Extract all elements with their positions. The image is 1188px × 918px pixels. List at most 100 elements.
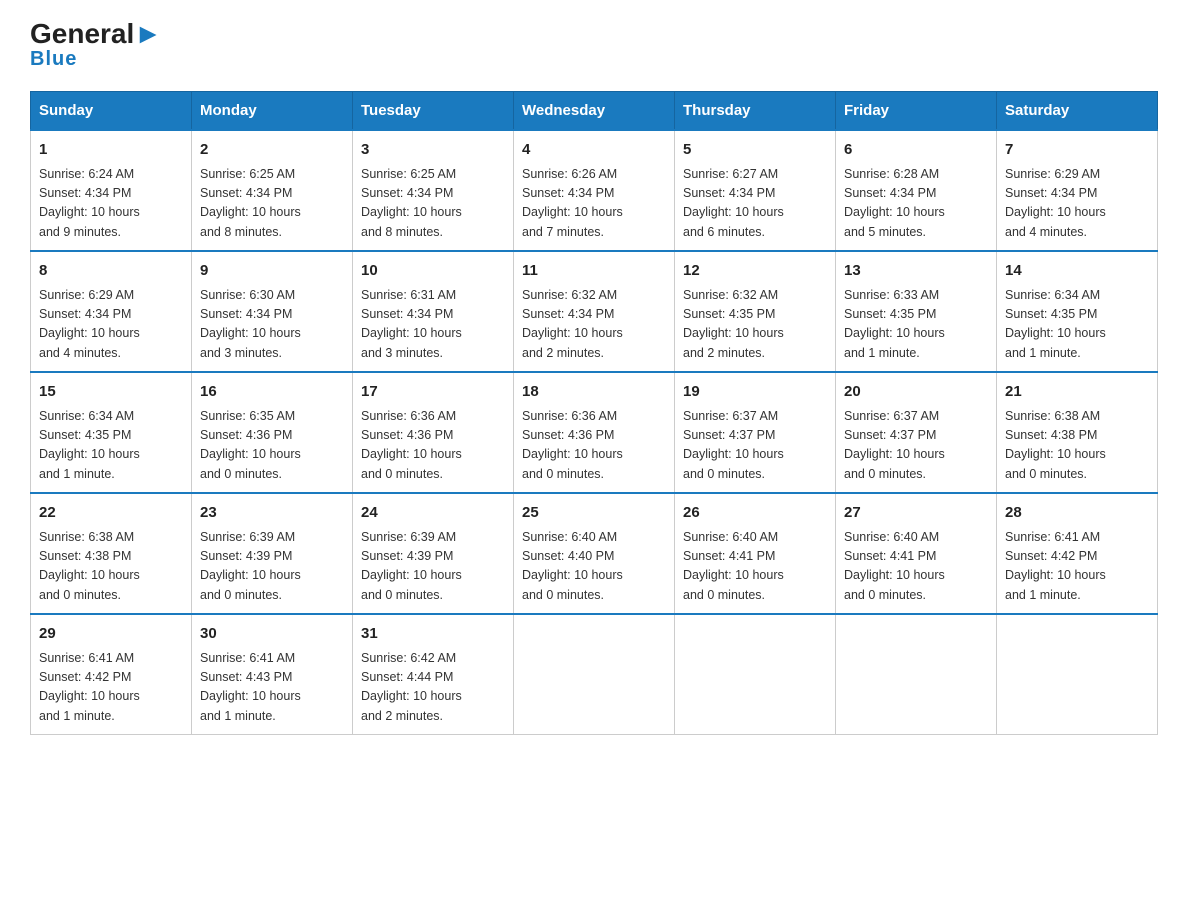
calendar-header-row: SundayMondayTuesdayWednesdayThursdayFrid… xyxy=(31,92,1158,131)
calendar-cell: 23 Sunrise: 6:39 AMSunset: 4:39 PMDayligh… xyxy=(192,493,353,614)
calendar-cell xyxy=(514,614,675,735)
day-info: Sunrise: 6:30 AMSunset: 4:34 PMDaylight:… xyxy=(200,286,344,364)
day-number: 1 xyxy=(39,139,183,162)
calendar-cell: 1 Sunrise: 6:24 AMSunset: 4:34 PMDaylight… xyxy=(31,130,192,251)
col-header-thursday: Thursday xyxy=(675,92,836,131)
day-info: Sunrise: 6:39 AMSunset: 4:39 PMDaylight:… xyxy=(200,528,344,606)
day-info: Sunrise: 6:24 AMSunset: 4:34 PMDaylight:… xyxy=(39,165,183,243)
calendar-cell: 27 Sunrise: 6:40 AMSunset: 4:41 PMDayligh… xyxy=(836,493,997,614)
calendar-cell: 30 Sunrise: 6:41 AMSunset: 4:43 PMDayligh… xyxy=(192,614,353,735)
day-info: Sunrise: 6:38 AMSunset: 4:38 PMDaylight:… xyxy=(1005,407,1149,485)
day-number: 15 xyxy=(39,381,183,404)
day-number: 12 xyxy=(683,260,827,283)
day-info: Sunrise: 6:37 AMSunset: 4:37 PMDaylight:… xyxy=(683,407,827,485)
calendar-cell: 3 Sunrise: 6:25 AMSunset: 4:34 PMDaylight… xyxy=(353,130,514,251)
day-info: Sunrise: 6:37 AMSunset: 4:37 PMDaylight:… xyxy=(844,407,988,485)
week-row-5: 29 Sunrise: 6:41 AMSunset: 4:42 PMDayligh… xyxy=(31,614,1158,735)
day-number: 31 xyxy=(361,623,505,646)
day-number: 20 xyxy=(844,381,988,404)
calendar-cell: 29 Sunrise: 6:41 AMSunset: 4:42 PMDayligh… xyxy=(31,614,192,735)
day-number: 11 xyxy=(522,260,666,283)
day-number: 30 xyxy=(200,623,344,646)
day-info: Sunrise: 6:41 AMSunset: 4:42 PMDaylight:… xyxy=(39,649,183,727)
calendar-table: SundayMondayTuesdayWednesdayThursdayFrid… xyxy=(30,91,1158,735)
day-info: Sunrise: 6:31 AMSunset: 4:34 PMDaylight:… xyxy=(361,286,505,364)
calendar-cell: 19 Sunrise: 6:37 AMSunset: 4:37 PMDayligh… xyxy=(675,372,836,493)
day-info: Sunrise: 6:32 AMSunset: 4:35 PMDaylight:… xyxy=(683,286,827,364)
day-info: Sunrise: 6:25 AMSunset: 4:34 PMDaylight:… xyxy=(361,165,505,243)
col-header-wednesday: Wednesday xyxy=(514,92,675,131)
day-number: 14 xyxy=(1005,260,1149,283)
day-info: Sunrise: 6:41 AMSunset: 4:43 PMDaylight:… xyxy=(200,649,344,727)
day-info: Sunrise: 6:28 AMSunset: 4:34 PMDaylight:… xyxy=(844,165,988,243)
calendar-cell: 8Sunrise: 6:29 AMSunset: 4:34 PMDaylight… xyxy=(31,251,192,372)
day-number: 16 xyxy=(200,381,344,404)
day-info: Sunrise: 6:39 AMSunset: 4:39 PMDaylight:… xyxy=(361,528,505,606)
day-number: 10 xyxy=(361,260,505,283)
day-info: Sunrise: 6:40 AMSunset: 4:41 PMDaylight:… xyxy=(844,528,988,606)
calendar-cell: 12 Sunrise: 6:32 AMSunset: 4:35 PMDayligh… xyxy=(675,251,836,372)
day-number: 28 xyxy=(1005,502,1149,525)
day-info: Sunrise: 6:36 AMSunset: 4:36 PMDaylight:… xyxy=(361,407,505,485)
day-number: 29 xyxy=(39,623,183,646)
calendar-cell: 20 Sunrise: 6:37 AMSunset: 4:37 PMDayligh… xyxy=(836,372,997,493)
calendar-cell: 6 Sunrise: 6:28 AMSunset: 4:34 PMDaylight… xyxy=(836,130,997,251)
calendar-cell xyxy=(997,614,1158,735)
day-number: 19 xyxy=(683,381,827,404)
day-number: 21 xyxy=(1005,381,1149,404)
day-number: 9 xyxy=(200,260,344,283)
calendar-cell: 2 Sunrise: 6:25 AMSunset: 4:34 PMDaylight… xyxy=(192,130,353,251)
day-info: Sunrise: 6:25 AMSunset: 4:34 PMDaylight:… xyxy=(200,165,344,243)
calendar-cell: 18Sunrise: 6:36 AMSunset: 4:36 PMDayligh… xyxy=(514,372,675,493)
day-info: Sunrise: 6:35 AMSunset: 4:36 PMDaylight:… xyxy=(200,407,344,485)
calendar-cell: 7 Sunrise: 6:29 AMSunset: 4:34 PMDaylight… xyxy=(997,130,1158,251)
col-header-friday: Friday xyxy=(836,92,997,131)
day-number: 23 xyxy=(200,502,344,525)
day-number: 25 xyxy=(522,502,666,525)
day-info: Sunrise: 6:27 AMSunset: 4:34 PMDaylight:… xyxy=(683,165,827,243)
day-info: Sunrise: 6:36 AMSunset: 4:36 PMDaylight:… xyxy=(522,407,666,485)
calendar-cell: 13 Sunrise: 6:33 AMSunset: 4:35 PMDayligh… xyxy=(836,251,997,372)
logo-blue-text: Blue xyxy=(30,48,77,71)
day-number: 17 xyxy=(361,381,505,404)
day-info: Sunrise: 6:29 AMSunset: 4:34 PMDaylight:… xyxy=(39,286,183,364)
day-info: Sunrise: 6:38 AMSunset: 4:38 PMDaylight:… xyxy=(39,528,183,606)
day-number: 5 xyxy=(683,139,827,162)
day-number: 6 xyxy=(844,139,988,162)
calendar-cell: 24Sunrise: 6:39 AMSunset: 4:39 PMDayligh… xyxy=(353,493,514,614)
calendar-cell: 14 Sunrise: 6:34 AMSunset: 4:35 PMDayligh… xyxy=(997,251,1158,372)
calendar-cell: 16 Sunrise: 6:35 AMSunset: 4:36 PMDayligh… xyxy=(192,372,353,493)
day-info: Sunrise: 6:40 AMSunset: 4:40 PMDaylight:… xyxy=(522,528,666,606)
day-number: 7 xyxy=(1005,139,1149,162)
calendar-cell xyxy=(836,614,997,735)
day-number: 3 xyxy=(361,139,505,162)
week-row-3: 15 Sunrise: 6:34 AMSunset: 4:35 PMDayligh… xyxy=(31,372,1158,493)
calendar-cell: 10 Sunrise: 6:31 AMSunset: 4:34 PMDayligh… xyxy=(353,251,514,372)
col-header-tuesday: Tuesday xyxy=(353,92,514,131)
day-number: 2 xyxy=(200,139,344,162)
day-info: Sunrise: 6:32 AMSunset: 4:34 PMDaylight:… xyxy=(522,286,666,364)
calendar-cell: 21 Sunrise: 6:38 AMSunset: 4:38 PMDayligh… xyxy=(997,372,1158,493)
calendar-cell: 25 Sunrise: 6:40 AMSunset: 4:40 PMDayligh… xyxy=(514,493,675,614)
day-info: Sunrise: 6:42 AMSunset: 4:44 PMDaylight:… xyxy=(361,649,505,727)
calendar-cell: 4Sunrise: 6:26 AMSunset: 4:34 PMDaylight… xyxy=(514,130,675,251)
week-row-2: 8Sunrise: 6:29 AMSunset: 4:34 PMDaylight… xyxy=(31,251,1158,372)
day-number: 4 xyxy=(522,139,666,162)
calendar-cell: 5 Sunrise: 6:27 AMSunset: 4:34 PMDaylight… xyxy=(675,130,836,251)
calendar-cell: 31 Sunrise: 6:42 AMSunset: 4:44 PMDayligh… xyxy=(353,614,514,735)
calendar-cell: 17 Sunrise: 6:36 AMSunset: 4:36 PMDayligh… xyxy=(353,372,514,493)
page-header: General► Blue xyxy=(30,20,1158,71)
day-info: Sunrise: 6:33 AMSunset: 4:35 PMDaylight:… xyxy=(844,286,988,364)
day-number: 13 xyxy=(844,260,988,283)
week-row-4: 22 Sunrise: 6:38 AMSunset: 4:38 PMDayligh… xyxy=(31,493,1158,614)
day-number: 27 xyxy=(844,502,988,525)
col-header-sunday: Sunday xyxy=(31,92,192,131)
day-number: 22 xyxy=(39,502,183,525)
calendar-cell: 15 Sunrise: 6:34 AMSunset: 4:35 PMDayligh… xyxy=(31,372,192,493)
logo: General► Blue xyxy=(30,20,162,71)
day-info: Sunrise: 6:34 AMSunset: 4:35 PMDaylight:… xyxy=(39,407,183,485)
week-row-1: 1 Sunrise: 6:24 AMSunset: 4:34 PMDaylight… xyxy=(31,130,1158,251)
calendar-cell: 28Sunrise: 6:41 AMSunset: 4:42 PMDayligh… xyxy=(997,493,1158,614)
day-info: Sunrise: 6:29 AMSunset: 4:34 PMDaylight:… xyxy=(1005,165,1149,243)
day-info: Sunrise: 6:34 AMSunset: 4:35 PMDaylight:… xyxy=(1005,286,1149,364)
